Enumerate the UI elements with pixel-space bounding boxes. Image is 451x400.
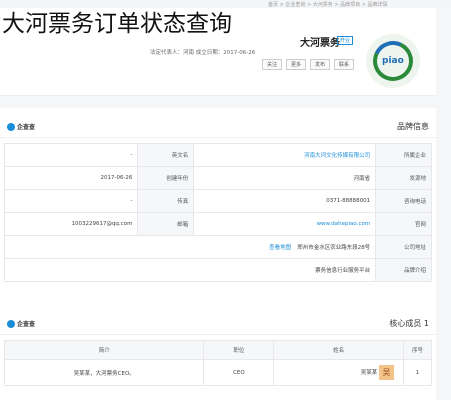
table-row: 吴某某，大河票务CEO。 CEO 吴某某 吴 1: [3, 359, 432, 386]
avatar: 吴: [379, 365, 395, 380]
label-brand-intro: 品牌介绍: [375, 258, 432, 282]
label-phone: 咨询电话: [375, 189, 432, 213]
brand-info-table: - 英文名 河南大河文化传媒有限公司 所属企业 2017-06-26 创建年份 …: [3, 143, 432, 282]
label-origin: 发源地: [375, 166, 432, 190]
table-header-row: 简介 职位 姓名 序号: [3, 340, 432, 360]
col-intro: 简介: [3, 340, 205, 360]
logo-ring-icon: piao: [367, 35, 419, 87]
member-intro: 吴某某，大河票务CEO。: [3, 359, 205, 386]
breadcrumb[interactable]: 首页 > 企业查询 > 大河票务 > 品牌项目 > 品牌详情: [268, 1, 387, 8]
members-header: 企查查 核心成员 1: [0, 313, 436, 335]
table-row: 1003229617@qq.com 邮箱 www.dahepiao.com 官网: [3, 212, 432, 236]
value-origin: 河南省: [193, 166, 377, 190]
table-row: - 英文名 河南大河文化传媒有限公司 所属企业: [3, 143, 432, 167]
member-count: 1: [423, 319, 429, 328]
member-position: CEO: [203, 359, 275, 386]
label-website: 官网: [375, 212, 432, 236]
label-founded: 创建年份: [137, 166, 195, 190]
label-address: 公司地址: [375, 235, 432, 259]
follow-button[interactable]: 关注: [262, 59, 283, 70]
qcc-logo-icon: [7, 122, 15, 131]
value-brand-intro: 票务信息行业服务平台: [3, 258, 377, 282]
company-name: 大河票务: [300, 38, 340, 49]
member-name-cell[interactable]: 吴某某 吴: [273, 359, 405, 386]
section-gap: [0, 96, 451, 108]
label-english-name: 英文名: [137, 143, 195, 167]
section-title: 品牌信息: [397, 122, 429, 131]
value-fax: -: [3, 189, 139, 213]
company-meta: 法定代表人：河南 成立日期：2017-06-26: [150, 50, 256, 56]
source-brand: 企查查: [7, 319, 35, 328]
value-phone: 0371-88888001: [193, 189, 377, 213]
logo-text: piao: [382, 56, 404, 67]
page-gutter: [436, 8, 451, 400]
publish-button[interactable]: 发布: [310, 59, 331, 70]
col-position: 职位: [203, 340, 275, 360]
status-badge: 开业: [337, 36, 354, 45]
contact-button[interactable]: 联系: [334, 59, 355, 70]
col-name: 姓名: [273, 340, 405, 360]
overlay-title: 大河票务订单状态查询: [2, 11, 232, 37]
section-title: 核心成员 1: [389, 319, 429, 328]
member-index: 1: [403, 359, 432, 386]
brand-info-header: 企查查 品牌信息: [0, 116, 436, 138]
value-company[interactable]: 河南大河文化传媒有限公司: [193, 143, 377, 167]
table-row: 2017-06-26 创建年份 河南省 发源地: [3, 166, 432, 190]
label-email: 邮箱: [137, 212, 195, 236]
value-founded: 2017-06-26: [3, 166, 139, 190]
action-buttons: 关注 更多 发布 联系: [262, 59, 355, 70]
label-company: 所属企业: [375, 143, 432, 167]
label-fax: 传真: [137, 189, 195, 213]
value-english-name: -: [3, 143, 139, 167]
col-index: 序号: [403, 340, 432, 360]
value-address: 查看地图 郑州市金水区农业路东段28号: [3, 235, 377, 259]
qcc-logo-icon: [7, 319, 15, 328]
value-website[interactable]: www.dahepiao.com: [193, 212, 377, 236]
map-link[interactable]: 查看地图: [269, 245, 291, 251]
more-button[interactable]: 更多: [286, 59, 307, 70]
value-email: 1003229617@qq.com: [3, 212, 139, 236]
source-brand: 企查查: [7, 122, 35, 131]
table-row: - 传真 0371-88888001 咨询电话: [3, 189, 432, 213]
company-logo: piao: [366, 34, 420, 88]
member-name[interactable]: 吴某某: [361, 370, 378, 376]
table-row: 查看地图 郑州市金水区农业路东段28号 公司地址: [3, 235, 432, 259]
table-row: 票务信息行业服务平台 品牌介绍: [3, 258, 432, 282]
members-table: 简介 职位 姓名 序号 吴某某，大河票务CEO。 CEO 吴某某 吴 1: [3, 340, 432, 386]
